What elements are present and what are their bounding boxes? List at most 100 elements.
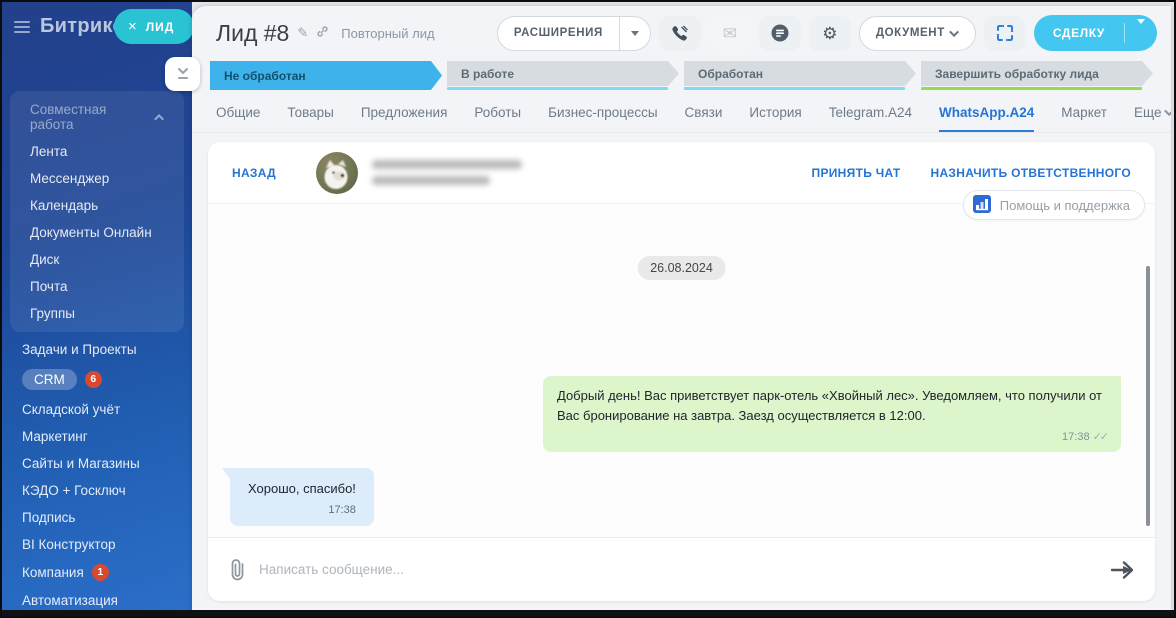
assign-responsible-link[interactable]: НАЗНАЧИТЬ ОТВЕТСТВЕННОГО [931,166,1132,180]
expand-button[interactable] [983,15,1026,51]
contact-avatar[interactable] [316,151,359,194]
settings-button[interactable]: ⚙ [808,15,851,51]
chevron-down-icon [630,30,639,36]
sidebar-item-bi[interactable]: BI Конструктор [2,531,192,558]
tab-connections[interactable]: Связи [685,105,723,132]
extensions-button-label[interactable]: РАСШИРЕНИЯ [498,27,619,39]
email-button: ✉ [708,15,751,51]
message-time: 17:38 [328,503,356,516]
tab-robots[interactable]: Роботы [474,105,521,132]
sidebar-item-groups[interactable]: Группы [10,300,184,327]
outgoing-message-bubble: Добрый день! Вас приветствует парк-отель… [543,376,1121,452]
screen-bottom-edge [2,610,1174,616]
send-message-icon[interactable] [1111,560,1133,579]
page-title: Лид #8 [216,19,290,46]
group-header-label: Совместная работа [30,102,107,132]
group-collaboration: Совместная работа Лента Мессенджер Кален… [10,91,184,332]
message-text: Хорошо, спасибо! [248,481,356,496]
tab-business-processes[interactable]: Бизнес-процессы [548,105,657,132]
chevron-down-icon [1164,106,1171,117]
stage-label: Не обработан [224,68,306,83]
stage-processed[interactable]: Обработан [684,61,916,90]
help-support-label: Помощь и поддержка [999,197,1130,213]
incoming-message-bubble: Хорошо, спасибо! 17:38 [222,468,374,526]
help-support-badge[interactable]: Помощь и поддержка [962,190,1145,220]
logo-text: Битрикс [40,15,124,37]
menu-icon[interactable] [14,20,30,33]
chat-scrollbar[interactable] [1146,266,1150,526]
create-deal-label[interactable]: СДЕЛКУ [1034,26,1124,40]
edit-title-icon[interactable]: ✎ [297,25,308,41]
sidebar-item-sites[interactable]: Сайты и Магазины [2,450,192,477]
chat-button[interactable] [758,15,801,51]
sidebar-item-crm[interactable]: CRM 6 [2,363,192,396]
crm-pill: CRM [22,369,77,390]
back-link[interactable]: НАЗАД [232,166,276,180]
sidebar-item-company[interactable]: Компания 1 [2,558,192,587]
date-separator: 26.08.2024 [637,256,726,280]
close-icon[interactable]: × [128,19,137,34]
lead-tabs: Общие Товары Предложения Роботы Бизнес-п… [192,90,1171,133]
document-button-label: ДОКУМЕНТ [875,27,945,39]
redacted-name-line [372,160,523,169]
lead-slider-tab[interactable]: × ЛИД [114,9,195,44]
sidebar-item-disk[interactable]: Диск [10,246,184,273]
sidebar-item-feed[interactable]: Лента [10,138,184,165]
lead-slider-label: ЛИД [145,19,175,34]
stage-label: Завершить обработку лида [935,66,1099,81]
sidebar-item-marketing[interactable]: Маркетинг [2,423,192,450]
stage-finish-processing[interactable]: Завершить обработку лида [921,61,1153,90]
sidebar-item-calendar[interactable]: Календарь [10,192,184,219]
message-meta: 17:38 ✓✓ [557,429,1110,446]
sidebar-item-messenger[interactable]: Мессенджер [10,165,184,192]
message-text: Добрый день! Вас приветствует парк-отель… [557,388,1103,423]
extensions-button: РАСШИРЕНИЯ [496,15,651,51]
tab-products[interactable]: Товары [287,105,333,132]
extensions-dropdown-toggle[interactable] [620,17,650,50]
sidebar-menu: Совместная работа Лента Мессенджер Кален… [2,38,192,616]
read-receipt-icon: ✓✓ [1092,431,1110,443]
lead-type-label: Повторный лид [341,25,435,41]
copy-link-icon[interactable] [316,25,329,41]
crm-counter-badge: 6 [84,371,102,388]
call-button[interactable] [658,15,701,51]
group-header-collaboration[interactable]: Совместная работа [10,95,184,138]
stage-label: Обработан [698,66,763,81]
attach-file-icon[interactable] [230,558,245,581]
deal-dropdown-toggle[interactable] [1125,19,1157,42]
chevron-down-icon [948,26,959,37]
lead-stage-bar: Не обработан В работе Обработан Завершит… [210,61,1153,90]
redacted-name-line [372,176,491,185]
sidebar-item-mail[interactable]: Почта [10,273,184,300]
tab-market[interactable]: Маркет [1061,105,1107,132]
message-time: 17:38 [1062,431,1090,443]
tab-general[interactable]: Общие [216,105,260,132]
message-input[interactable] [259,562,1097,577]
chevron-up-icon [154,113,165,124]
sidebar-item-inventory[interactable]: Складской учёт [2,396,192,423]
chat-message-area: Помощь и поддержка 26.08.2024 Добрый ден… [208,190,1155,537]
tab-history[interactable]: История [749,105,801,132]
sidebar-item-kedo[interactable]: КЭДО + Госключ [2,477,192,504]
accept-chat-link[interactable]: ПРИНЯТЬ ЧАТ [812,166,901,180]
sidebar-item-tasks[interactable]: Задачи и Проекты [2,336,192,363]
create-deal-button: СДЕЛКУ [1033,15,1157,51]
chevron-down-icon [1137,19,1145,41]
tab-more[interactable]: Еще [1134,105,1171,132]
stage-in-progress[interactable]: В работе [447,61,679,90]
toolbar: РАСШИРЕНИЯ ✉ ⚙ ДОКУМЕНТ СДЕЛКУ [496,15,1157,51]
whatsapp-chat-card: НАЗАД ПРИНЯТЬ ЧАТ НАЗНАЧИТЬ ОТВЕТСТВЕННО… [208,142,1155,601]
stage-not-processed[interactable]: Не обработан [210,61,442,90]
tab-quotes[interactable]: Предложения [361,105,448,132]
contact-name-redacted [372,160,523,185]
tab-telegram[interactable]: Telegram.A24 [829,105,912,132]
stage-label: В работе [461,66,514,81]
lead-slider-panel: Лид #8 ✎ Повторный лид РАСШИРЕНИЯ ✉ ⚙ ДО… [192,6,1171,611]
chart-icon [972,194,992,217]
minimize-slider-button[interactable] [165,57,200,91]
sidebar-item-docs-online[interactable]: Документы Онлайн [10,219,184,246]
document-button[interactable]: ДОКУМЕНТ [858,15,976,51]
tab-whatsapp[interactable]: WhatsApp.A24 [939,105,1035,132]
sidebar-item-sign[interactable]: Подпись [2,504,192,531]
envelope-icon: ✉ [722,23,737,43]
